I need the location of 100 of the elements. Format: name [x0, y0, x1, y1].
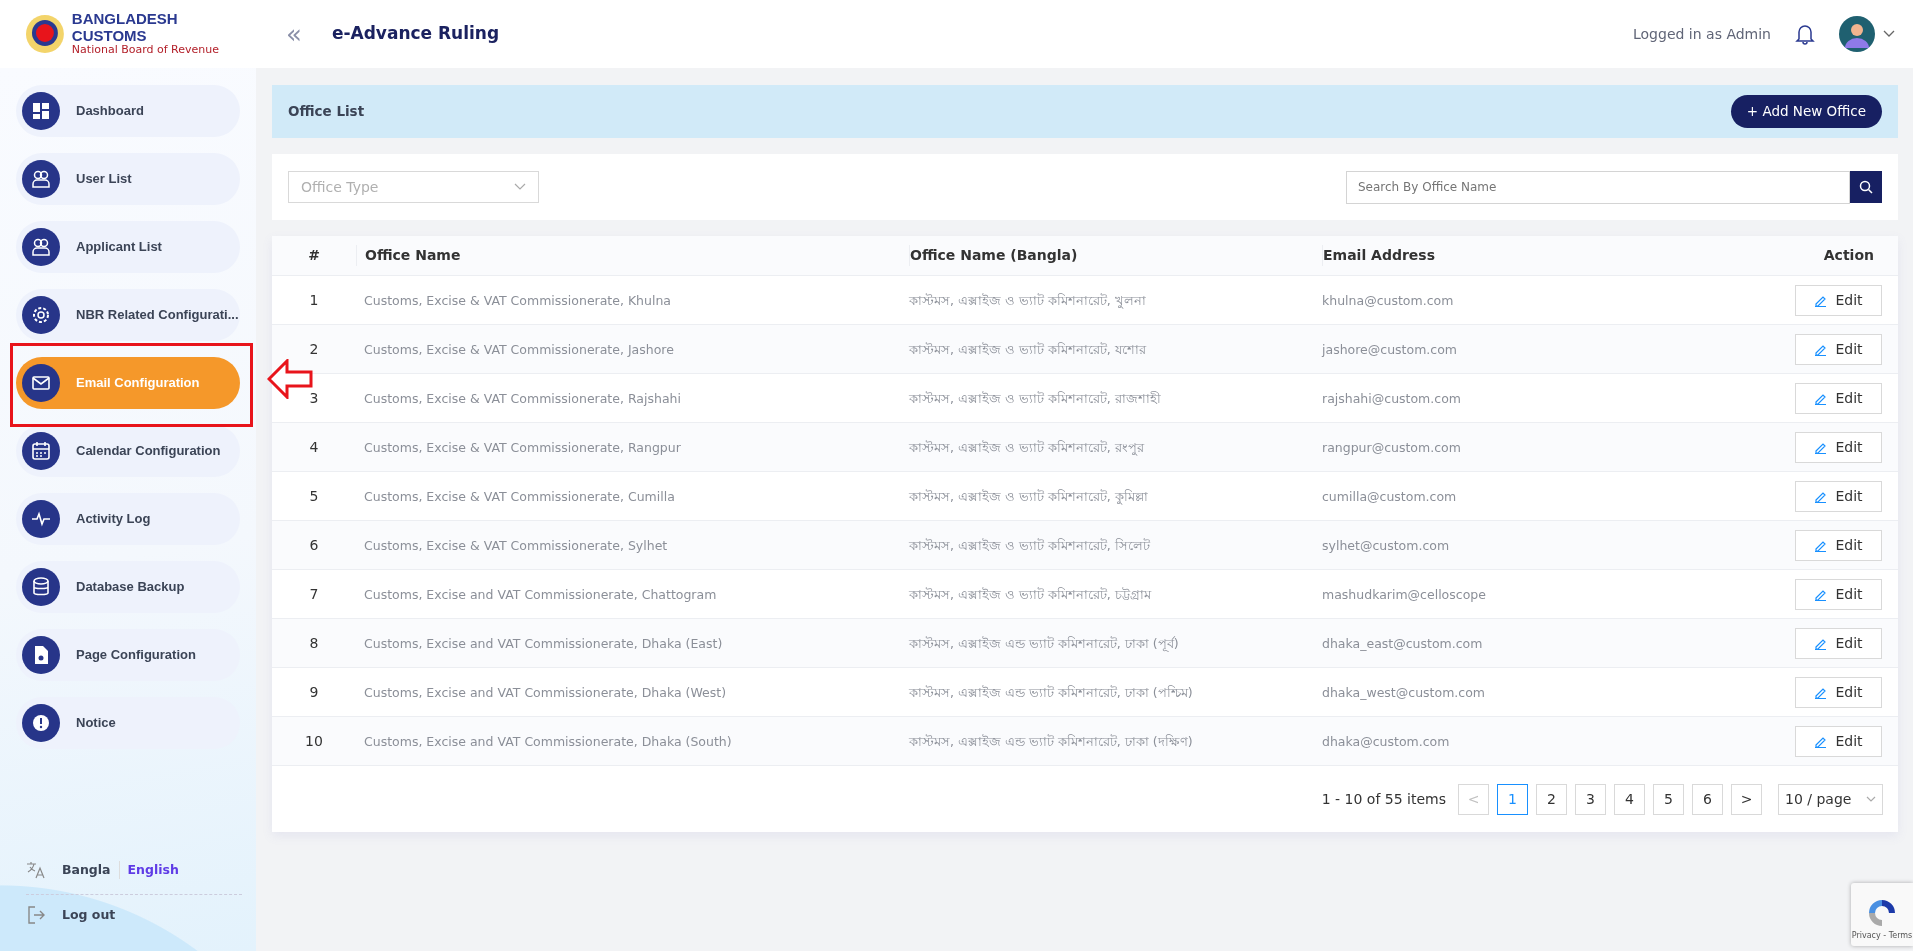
search-field[interactable]: Search By Office Name [1346, 170, 1850, 204]
logged-in-text: Logged in as Admin [1633, 24, 1771, 44]
office-name: Customs, Excise and VAT Commissionerate, Dhaka (West) [364, 684, 727, 700]
row-number: 8 [309, 634, 319, 651]
avatar-icon[interactable] [1839, 16, 1875, 52]
chevron-down-icon [514, 183, 526, 191]
edit-button[interactable]: Edit [1795, 333, 1882, 365]
recaptcha-badge[interactable]: Privacy - Terms [1851, 883, 1913, 946]
search-button[interactable] [1850, 170, 1882, 203]
page-button[interactable]: 3 [1575, 783, 1606, 815]
row-number: 7 [309, 585, 319, 602]
email-address: dhaka_west@custom.com [1322, 684, 1485, 700]
office-name-bangla: কাস্টমস, এক্সাইজ ও ভ্যাট কমিশনারেট, যশোর [909, 341, 1146, 357]
office-type-placeholder: Office Type [301, 177, 379, 197]
office-name: Customs, Excise & VAT Commissionerate, Khulna [364, 292, 671, 308]
edit-button[interactable]: Edit [1795, 431, 1882, 463]
edit-button[interactable]: Edit [1795, 284, 1882, 316]
office-name: Customs, Excise & VAT Commissionerate, Rangpur [364, 439, 681, 455]
row-number: 1 [309, 291, 319, 308]
notification-bell-icon[interactable] [1795, 23, 1815, 45]
office-name: Customs, Excise & VAT Commissionerate, Rajshahi [364, 390, 681, 406]
database-icon [22, 568, 60, 606]
email-address: dhaka@custom.com [1322, 733, 1450, 749]
sidebar-item[interactable]: NBR Related Configurati... [16, 289, 240, 341]
sidebar-item[interactable]: User List [16, 153, 240, 205]
office-name-bangla: কাস্টমস, এক্সাইজ ও ভ্যাট কমিশনারেট, চট্টগ্রাম [909, 586, 1151, 602]
edit-button[interactable]: Edit [1795, 578, 1882, 610]
office-name: Customs, Excise and VAT Commissionerate, Dhaka (East) [364, 635, 723, 651]
office-name-bangla: কাস্টমস, এক্সাইজ ও ভ্যাট কমিশনারেট, কুমিল্লা [909, 488, 1148, 504]
file-gear-icon [22, 636, 60, 674]
page-button[interactable]: 5 [1653, 783, 1684, 815]
sidebar-item[interactable]: Calendar Configuration [16, 425, 240, 477]
add-new-office-button[interactable]: + Add New Office [1730, 95, 1882, 128]
email-address: mashudkarim@celloscope [1322, 586, 1486, 602]
office-name-bangla: কাস্টমস, এক্সাইজ এন্ড ভ্যাট কমিশনারেট, ঢাকা (পশ্চিম) [909, 684, 1193, 700]
office-name: Customs, Excise and VAT Commissionerate, Dhaka (South) [364, 733, 732, 749]
office-name: Customs, Excise & VAT Commissionerate, Cumilla [364, 488, 675, 504]
edit-button[interactable]: Edit [1795, 480, 1882, 512]
row-number: 3 [309, 389, 319, 406]
office-name-bangla: কাস্টমস, এক্সাইজ এন্ড ভ্যাট কমিশনারেট, ঢাকা (পূর্ব) [909, 635, 1179, 651]
email-address: cumilla@custom.com [1322, 488, 1457, 504]
emblem-logo-icon [24, 13, 66, 55]
column-header: Office Name [365, 247, 461, 263]
office-name: Customs, Excise and VAT Commissionerate, Chattogram [364, 586, 717, 602]
users-icon [22, 228, 60, 266]
row-number: 5 [309, 487, 319, 504]
pulse-icon [22, 500, 60, 538]
edit-button[interactable]: Edit [1795, 725, 1882, 757]
page-button[interactable]: 2 [1536, 783, 1567, 815]
sidebar-item[interactable]: Database Backup [16, 561, 240, 613]
edit-button[interactable]: Edit [1795, 382, 1882, 414]
sidebar-item[interactable]: Activity Log [16, 493, 240, 545]
gear-icon [22, 296, 60, 334]
email-address: dhaka_east@custom.com [1322, 635, 1483, 651]
exclamation-icon [22, 704, 60, 742]
row-number: 6 [309, 536, 319, 553]
dashboard-icon [22, 92, 60, 130]
edit-button[interactable]: Edit [1795, 529, 1882, 561]
email-address: rangpur@custom.com [1322, 439, 1461, 455]
recaptcha-links[interactable]: Privacy - Terms [1851, 930, 1913, 942]
sidebar-item[interactable]: Dashboard [16, 85, 240, 137]
logout-button[interactable]: Log out [62, 905, 116, 925]
page-button[interactable]: 4 [1614, 783, 1645, 815]
row-number: 9 [309, 683, 319, 700]
language-option[interactable]: Bangla [62, 860, 111, 880]
office-name-bangla: কাস্টমস, এক্সাইজ ও ভ্যাট কমিশনারেট, রাজশাহী [909, 390, 1161, 406]
office-name: Customs, Excise & VAT Commissionerate, Jashore [364, 341, 674, 357]
edit-button[interactable]: Edit [1795, 627, 1882, 659]
calendar-icon [22, 432, 60, 470]
sidebar-item[interactable]: Applicant List [16, 221, 240, 273]
sidebar-item[interactable]: Page Configuration [16, 629, 240, 681]
row-number: 10 [305, 732, 323, 749]
brand-subtitle: National Board of Revenue [71, 44, 221, 57]
office-name-bangla: কাস্টমস, এক্সাইজ ও ভ্যাট কমিশনারেট, রংপুর [909, 439, 1144, 455]
email-address: sylhet@custom.com [1322, 537, 1450, 553]
row-number: 2 [309, 340, 319, 357]
edit-button[interactable]: Edit [1795, 676, 1882, 708]
office-name-bangla: কাস্টমস, এক্সাইজ ও ভ্যাট কমিশনারেট, খুলনা [909, 292, 1146, 308]
sidebar-item[interactable]: Notice [16, 697, 240, 749]
column-header: Email Address [1323, 247, 1435, 263]
column-header: Office Name (Bangla) [910, 247, 1078, 263]
translate-icon [26, 860, 46, 880]
brand-title: BANGLADESH CUSTOMS [71, 11, 179, 45]
column-header: Action [1823, 247, 1874, 263]
chevron-down-icon[interactable] [1883, 30, 1895, 38]
email-address: rajshahi@custom.com [1322, 390, 1461, 406]
chevron-down-icon [1866, 795, 1876, 803]
email-address: jashore@custom.com [1322, 341, 1457, 357]
email-address: khulna@custom.com [1322, 292, 1454, 308]
logout-icon[interactable] [26, 905, 46, 925]
search-icon [1859, 179, 1873, 194]
next-page-button[interactable]: > [1731, 783, 1762, 815]
pagination-summary: 1 - 10 of 55 items [1321, 789, 1446, 809]
page-button[interactable]: 6 [1692, 783, 1723, 815]
office-name-bangla: কাস্টমস, এক্সাইজ ও ভ্যাট কমিশনারেট, সিলেট [909, 537, 1150, 553]
language-option[interactable]: English [127, 860, 179, 880]
page-size-select[interactable]: 10 / page [1778, 783, 1883, 815]
page-title: Office List [288, 102, 365, 122]
app-title: e-Advance Ruling [331, 22, 500, 46]
envelope-icon [22, 364, 60, 402]
